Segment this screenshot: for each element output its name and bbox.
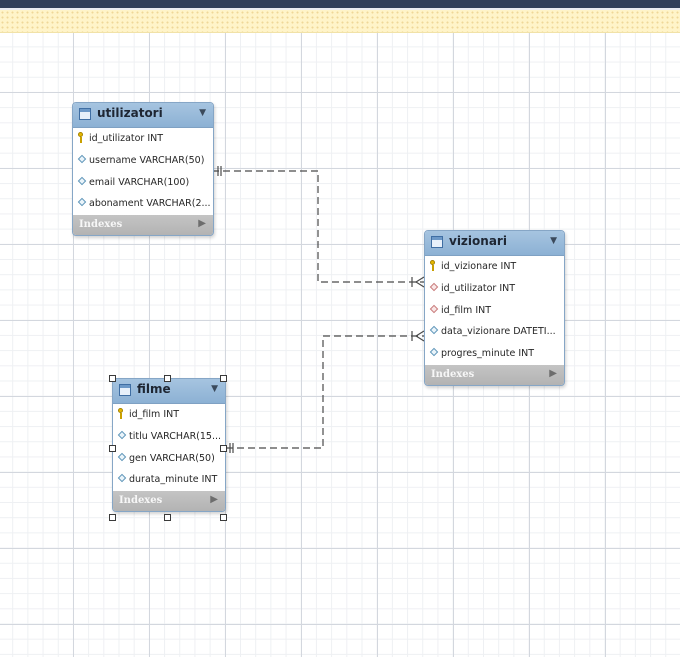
column-label: id_film INT [441,304,492,316]
column-label: durata_minute INT [129,474,218,486]
chevron-down-icon[interactable]: ▼ [211,384,218,394]
relationship-connectors [212,166,425,453]
column-diamond-icon [429,347,439,357]
indexes-section[interactable]: Indexes ▶ [425,364,564,385]
resize-handle-bottom[interactable] [164,514,171,521]
column-label: id_utilizator INT [441,282,516,294]
chevron-right-icon[interactable]: ▶ [198,218,206,229]
chevron-right-icon[interactable]: ▶ [210,494,218,505]
table-header[interactable]: vizionari ▼ [425,231,564,256]
key-icon [78,132,83,143]
table-name: utilizatori [97,106,163,120]
column-row[interactable]: id_utilizator INT [425,278,564,300]
key-icon [430,260,435,271]
relationship-utilizatori-vizionari[interactable] [212,170,424,283]
column-label: gen VARCHAR(50) [129,452,215,464]
table-header[interactable]: filme ▼ [113,379,225,404]
table-icon [431,236,443,248]
column-label: id_film INT [129,409,180,420]
column-label: abonament VARCHAR(2... [89,198,211,210]
column-row[interactable]: data_vizionare DATETI... [425,321,564,343]
table-icon [79,108,91,120]
table-utilizatori[interactable]: utilizatori ▼ id_utilizator INT username… [72,102,214,237]
column-diamond-icon [429,326,439,335]
table-header[interactable]: utilizatori ▼ [73,103,213,128]
column-row[interactable]: id_film INT [113,404,225,426]
resize-handle-top-right[interactable] [220,375,227,382]
column-row[interactable]: id_vizionare INT [425,256,564,278]
chevron-down-icon[interactable]: ▼ [199,108,206,118]
indexes-label: Indexes [431,368,475,380]
column-label: email VARCHAR(100) [89,176,190,188]
column-row[interactable]: titlu VARCHAR(15... [113,426,225,448]
resize-handle-bottom-right[interactable] [220,514,227,521]
column-row[interactable]: gen VARCHAR(50) [113,448,225,470]
foreign-key-diamond-icon [429,282,439,292]
column-row[interactable]: durata_minute INT [113,469,225,491]
foreign-key-diamond-icon [429,304,439,313]
relationship-filme-vizionari[interactable] [226,335,424,449]
key-icon [118,408,123,419]
column-row[interactable]: progres_minute INT [425,343,564,365]
column-label: id_utilizator INT [89,133,164,144]
column-label: progres_minute INT [441,348,535,360]
column-row[interactable]: abonament VARCHAR(2... [73,193,213,215]
column-diamond-icon [77,176,87,185]
column-label: id_vizionare INT [441,261,517,272]
column-diamond-icon [117,430,127,440]
table-name: vizionari [449,234,507,248]
column-diamond-icon [77,198,87,207]
column-diamond-icon [77,154,87,164]
resize-handle-left[interactable] [109,445,116,452]
resize-handle-top-left[interactable] [109,375,116,382]
indexes-section[interactable]: Indexes ▶ [73,215,213,236]
chevron-right-icon[interactable]: ▶ [549,368,557,379]
column-diamond-icon [117,452,127,461]
table-filme[interactable]: filme ▼ id_film INT titlu VARCHAR(15... … [112,378,226,513]
chevron-down-icon[interactable]: ▼ [550,236,557,246]
column-label: data_vizionare DATETI... [441,326,556,338]
resize-handle-bottom-left[interactable] [109,514,116,521]
column-row[interactable]: id_utilizator INT [73,128,213,150]
column-label: titlu VARCHAR(15... [129,430,222,442]
indexes-label: Indexes [119,495,163,507]
column-label: username VARCHAR(50) [89,154,205,166]
table-name: filme [137,382,171,396]
column-diamond-icon [117,474,127,483]
indexes-label: Indexes [79,219,123,231]
column-row[interactable]: id_film INT [425,300,564,322]
indexes-section[interactable]: Indexes ▶ [113,491,225,512]
column-row[interactable]: username VARCHAR(50) [73,150,213,172]
resize-handle-top[interactable] [164,375,171,382]
resize-handle-right[interactable] [220,445,227,452]
table-vizionari[interactable]: vizionari ▼ id_vizionare INT id_utilizat… [424,230,565,386]
table-icon [119,384,131,396]
column-row[interactable]: email VARCHAR(100) [73,172,213,194]
